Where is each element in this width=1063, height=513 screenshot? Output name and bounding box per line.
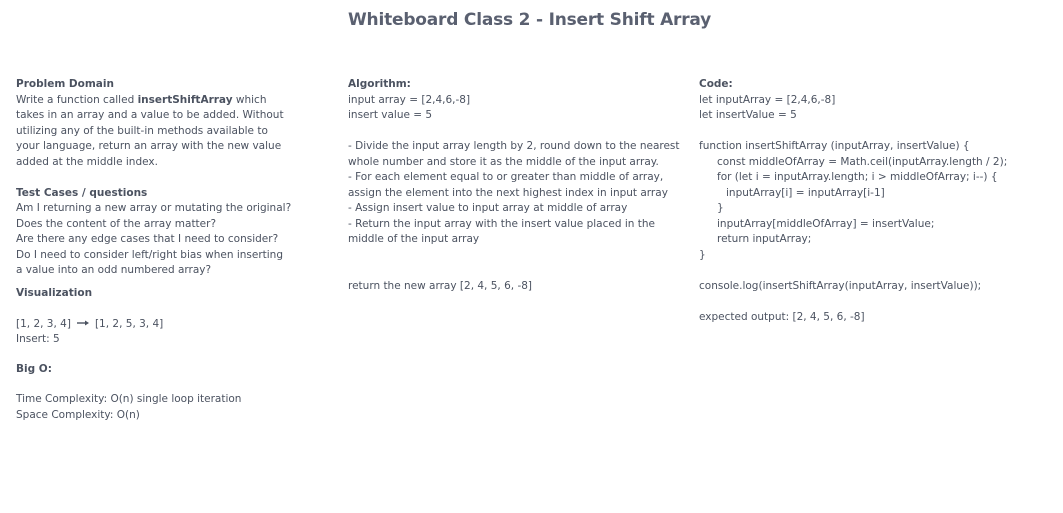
bigo-heading: Big O: — [16, 362, 52, 375]
code-line: inputArray[i] = inputArray[i-1] — [726, 186, 885, 199]
code-line: let inputArray = [2,4,6,-8] — [699, 93, 836, 106]
expected-output: expected output: [2, 4, 5, 6, -8] — [699, 310, 865, 323]
test-question: a value into an odd numbered array? — [16, 264, 212, 276]
algorithm-heading: Algorithm: — [348, 78, 411, 90]
insert-value: Insert: 5 — [16, 333, 60, 346]
algorithm-insert-value: insert value = 5 — [348, 109, 433, 121]
code-line: return inputArray; — [717, 233, 812, 245]
code-line: for (let i = inputArray.length; i > midd… — [717, 171, 998, 183]
test-question: Do I need to consider left/right bias wh… — [16, 248, 284, 261]
code-line: } — [699, 248, 706, 261]
problem-heading: Problem Domain — [16, 78, 114, 90]
algorithm-input-array: input array = [2,4,6,-8] — [348, 93, 471, 106]
test-question: Am I returning a new array or mutating t… — [16, 202, 292, 214]
space-complexity: Space Complexity: O(n) — [16, 408, 140, 421]
algorithm-step: - Assign insert value to input array at … — [348, 202, 628, 214]
code-line: inputArray[middleOfArray] = insertValue; — [717, 217, 935, 230]
visualization-row: [1, 2, 3, 4] [1, 2, 5, 3, 4] — [16, 316, 316, 332]
code-line: console.log(insertShiftArray(inputArray,… — [699, 279, 982, 292]
algorithm-result: return the new array [2, 4, 5, 6, -8] — [348, 279, 533, 292]
code-line: let insertValue = 5 — [699, 109, 797, 121]
function-name: insertShiftArray — [137, 93, 233, 106]
tests-heading: Test Cases / questions — [16, 186, 148, 199]
problem-line: utilizing any of the built-in methods av… — [16, 124, 268, 137]
problem-line: your language, return an array with the … — [16, 140, 282, 152]
code-line: const middleOfArray = Math.ceil(inputArr… — [717, 155, 1008, 168]
problem-line-1: Write a function called insertShiftArray… — [16, 93, 316, 109]
time-complexity: Time Complexity: O(n) single loop iterat… — [16, 393, 242, 406]
algorithm-step: - For each element equal to or greater t… — [348, 171, 668, 199]
test-question: Are there any edge cases that I need to … — [16, 233, 279, 245]
code-column: Code: let inputArray = [2,4,6,-8] let in… — [699, 77, 1039, 325]
algorithm-step: - Divide the input array length by 2, ro… — [348, 140, 680, 168]
problem-line: added at the middle index. — [16, 155, 158, 168]
code-heading: Code: — [699, 78, 733, 90]
code-line: } — [717, 202, 724, 214]
code-line: function insertShiftArray (inputArray, i… — [699, 140, 970, 152]
problem-line1-post: which — [232, 93, 267, 106]
problem-line: takes in an array and a value to be adde… — [16, 109, 284, 121]
problem-line1-pre: Write a function called — [16, 93, 138, 106]
visualization-heading: Visualization — [16, 286, 93, 299]
array-before: [1, 2, 3, 4] — [16, 317, 71, 330]
arrow-right-icon — [76, 316, 89, 332]
page-title: Whiteboard Class 2 - Insert Shift Array — [348, 10, 712, 30]
array-after: [1, 2, 5, 3, 4] — [94, 317, 164, 330]
test-question: Does the content of the array matter? — [16, 217, 217, 230]
algorithm-step: - Return the input array with the insert… — [348, 217, 655, 246]
left-column: Problem Domain Write a function called i… — [16, 77, 316, 423]
algorithm-column: Algorithm: input array = [2,4,6,-8] inse… — [348, 77, 683, 294]
